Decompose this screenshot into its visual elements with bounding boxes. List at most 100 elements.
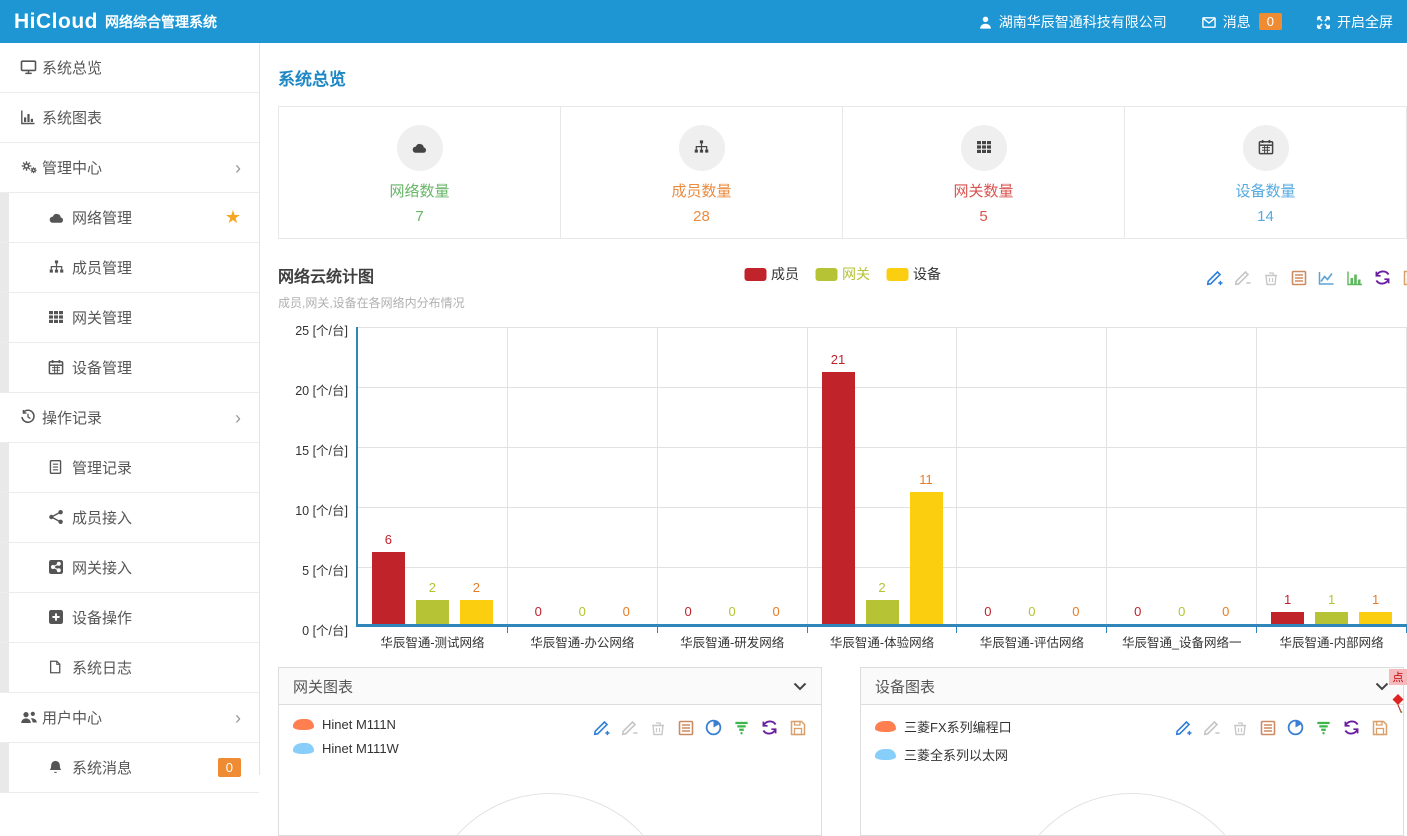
chart-category-column: 111华辰智通-内部网络 (1257, 327, 1407, 624)
chart-category-column: 000华辰智通_设备网络一 (1107, 327, 1257, 624)
legend-item[interactable]: 成员 (744, 264, 799, 284)
gears-icon (20, 159, 42, 176)
favorite-star-icon[interactable]: ★ (225, 207, 241, 228)
bar (1271, 612, 1304, 624)
bar-group-item: 0 (566, 604, 599, 624)
users-icon (20, 709, 42, 726)
edit-remove-icon[interactable] (1232, 267, 1253, 288)
legend-label: 成员 (771, 264, 799, 284)
clear-icon[interactable] (647, 717, 668, 738)
share-square-icon (48, 559, 72, 576)
sidebar-item[interactable]: 网络管理★ (0, 193, 259, 243)
legend-item[interactable]: Hinet M111W (293, 741, 807, 756)
save-icon[interactable] (1369, 717, 1390, 738)
legend-item[interactable]: 三菱全系列以太网 (875, 745, 1389, 764)
legend-item[interactable]: 网关 (815, 264, 870, 284)
pie-chart-icon[interactable] (1285, 717, 1306, 738)
data-view-icon[interactable] (1288, 267, 1309, 288)
save-icon[interactable] (1400, 267, 1407, 288)
panel-header[interactable]: 网关图表 (279, 668, 821, 705)
count-badge: 0 (218, 758, 241, 777)
legend-label: 三菱全系列以太网 (904, 745, 1008, 764)
sidebar-item[interactable]: 网关接入 (0, 543, 259, 593)
file-icon (48, 659, 72, 676)
bar-chart-icon[interactable] (1344, 267, 1365, 288)
sidebar-item[interactable]: 网关管理 (0, 293, 259, 343)
sidebar-item[interactable]: 系统日志 (0, 643, 259, 693)
stat-card-value: 5 (979, 208, 987, 225)
bar (1315, 612, 1348, 624)
envelope-icon (1201, 14, 1217, 30)
sidebar-item[interactable]: 操作记录› (0, 393, 259, 443)
restore-icon[interactable] (1372, 267, 1393, 288)
legend-label: Hinet M111W (322, 741, 399, 756)
chevron-right-icon: › (235, 709, 241, 727)
edit-add-icon[interactable] (1204, 267, 1225, 288)
restore-icon[interactable] (1341, 717, 1362, 738)
stat-card: 网关数量5 (843, 107, 1125, 238)
bar-value-label: 0 (1134, 604, 1141, 619)
restore-icon[interactable] (759, 717, 780, 738)
data-view-icon[interactable] (1257, 717, 1278, 738)
file-text-icon (48, 459, 72, 476)
bar-value-label: 6 (385, 532, 392, 547)
panel-header[interactable]: 设备图表 (861, 668, 1403, 705)
x-axis-label: 华辰智通-评估网络 (957, 632, 1106, 651)
edit-add-icon[interactable] (591, 717, 612, 738)
calendar-icon (48, 359, 72, 376)
main-content: 系统总览 网络数量7成员数量28网关数量5设备数量14 网络云统计图 成员,网关… (260, 43, 1407, 775)
bar-value-label: 0 (773, 604, 780, 619)
messages-button[interactable]: 消息 0 (1201, 12, 1282, 32)
clear-icon[interactable] (1229, 717, 1250, 738)
data-view-icon[interactable] (675, 717, 696, 738)
legend-swatch (293, 743, 314, 754)
app-title: 网络综合管理系统 (105, 12, 217, 32)
account-menu[interactable]: 湖南华辰智通科技有限公司 (978, 12, 1167, 32)
bar (866, 600, 899, 624)
edit-remove-icon[interactable] (1201, 717, 1222, 738)
y-axis-label: 10 [个/台] (278, 500, 348, 519)
sidebar-item[interactable]: 设备管理 (0, 343, 259, 393)
floating-tag-button[interactable]: 点 (1389, 669, 1407, 685)
bar-value-label: 2 (878, 580, 885, 595)
chevron-right-icon: › (235, 159, 241, 177)
sidebar-item[interactable]: 管理中心› (0, 143, 259, 193)
legend-item[interactable]: 设备 (886, 264, 941, 284)
sidebar-item[interactable]: 管理记录 (0, 443, 259, 493)
edit-add-icon[interactable] (1173, 717, 1194, 738)
sidebar-item[interactable]: 系统消息0 (0, 743, 259, 793)
floating-widget: 点 (1389, 669, 1407, 718)
bar-group-item: 1 (1359, 592, 1392, 624)
funnel-icon[interactable] (1313, 717, 1334, 738)
sidebar-item[interactable]: 成员管理 (0, 243, 259, 293)
ribbon-icon[interactable] (1391, 693, 1406, 718)
stat-card-label: 网络数量 (389, 180, 449, 201)
sidebar-item-label: 设备操作 (72, 607, 132, 628)
bar-group-item: 2 (416, 580, 449, 624)
edit-remove-icon[interactable] (619, 717, 640, 738)
fullscreen-button[interactable]: 开启全屏 (1316, 12, 1393, 32)
chart-legend: 成员网关设备 (744, 264, 941, 284)
sidebar-item[interactable]: 用户中心› (0, 693, 259, 743)
page-title: 系统总览 (278, 65, 1407, 90)
sidebar-item[interactable]: 系统总览 (0, 43, 259, 93)
sidebar-item[interactable]: 系统图表 (0, 93, 259, 143)
top-header-bar: HiCloud 网络综合管理系统 湖南华辰智通科技有限公司 消息 0 开启全屏 (0, 0, 1407, 43)
save-icon[interactable] (787, 717, 808, 738)
x-axis-label: 华辰智通-办公网络 (508, 632, 657, 651)
clear-icon[interactable] (1260, 267, 1281, 288)
line-chart-icon[interactable] (1316, 267, 1337, 288)
bell-icon (48, 759, 72, 776)
funnel-icon[interactable] (731, 717, 752, 738)
sidebar-item[interactable]: 设备操作 (0, 593, 259, 643)
legend-swatch (815, 268, 837, 281)
bar-value-label: 0 (1178, 604, 1185, 619)
sidebar: 系统总览系统图表管理中心›网络管理★成员管理网关管理设备管理操作记录›管理记录成… (0, 43, 260, 775)
fullscreen-icon (1316, 14, 1331, 30)
panel-toolbox (1173, 717, 1390, 738)
pie-chart-icon[interactable] (703, 717, 724, 738)
stat-card-value: 28 (693, 208, 710, 225)
sidebar-item[interactable]: 成员接入 (0, 493, 259, 543)
bar-value-label: 0 (1028, 604, 1035, 619)
bar-value-label: 0 (984, 604, 991, 619)
